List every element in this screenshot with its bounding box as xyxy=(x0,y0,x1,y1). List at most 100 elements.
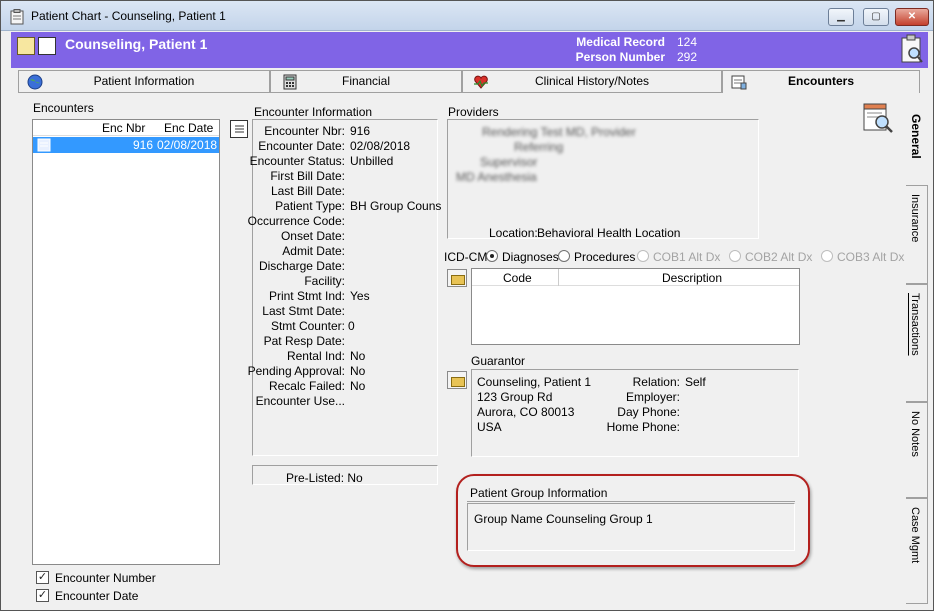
open-folder-icon[interactable] xyxy=(17,37,35,55)
document-icon[interactable] xyxy=(38,37,56,55)
procedures-radio[interactable] xyxy=(558,250,570,262)
field-label: Patient Type: xyxy=(275,199,345,213)
field-value: 02/08/2018 xyxy=(350,139,411,153)
encounter-number-checkbox[interactable]: ✓ xyxy=(36,571,49,584)
cob2-alt-dx-radio xyxy=(729,250,741,262)
tab-encounters[interactable]: Encounters xyxy=(722,70,920,93)
encounters-list[interactable]: Enc Nbr Enc Date 916 02/08/2018 xyxy=(32,119,220,565)
side-tab-no-notes[interactable]: No Notes xyxy=(906,402,928,498)
minimize-button[interactable]: ▁ xyxy=(828,8,854,26)
tab-patient-information[interactable]: Patient Information xyxy=(18,70,270,93)
person-number-label: Person Number xyxy=(575,50,665,64)
record-labels: Medical Record Person Number xyxy=(551,35,665,65)
record-values: 124 292 xyxy=(677,35,697,65)
guarantor-address1: 123 Group Rd xyxy=(477,390,553,404)
guarantor-panel: Counseling, Patient 1 123 Group Rd Auror… xyxy=(471,369,799,457)
column-enc-date[interactable]: Enc Date xyxy=(164,121,213,135)
field-label: Occurrence Code: xyxy=(247,214,345,228)
column-enc-nbr[interactable]: Enc Nbr xyxy=(102,121,145,135)
title-bar[interactable]: Patient Chart - Counseling, Patient 1 ▁ … xyxy=(1,1,933,31)
heart-chart-icon xyxy=(474,75,488,89)
maximize-button[interactable]: ▢ xyxy=(863,8,889,26)
procedures-radio-label[interactable]: Procedures xyxy=(574,250,635,264)
encounter-details-icon[interactable] xyxy=(230,120,248,138)
encounter-info-section-label: Encounter Information xyxy=(254,105,373,119)
medical-record-label: Medical Record xyxy=(576,35,665,49)
encounter-row-icon xyxy=(37,138,51,152)
field-label: Rental Ind: xyxy=(286,349,345,363)
tab-label: Financial xyxy=(341,74,391,88)
side-tab-label: Insurance xyxy=(909,194,921,243)
side-tab-general[interactable]: General xyxy=(906,105,928,185)
encounter-date-checkbox-label: Encounter Date xyxy=(55,589,139,603)
side-tab-label: No Notes xyxy=(909,411,921,457)
field-label: Pending Approval: xyxy=(247,364,345,378)
encounter-date-cell: 02/08/2018 xyxy=(157,138,218,152)
relation-value: Self xyxy=(685,375,706,389)
column-divider xyxy=(558,269,559,286)
side-tab-label: Case Mgmt xyxy=(909,507,921,564)
close-button[interactable]: ✕ xyxy=(895,8,929,26)
guarantor-address2: Aurora, CO 80013 xyxy=(477,405,575,419)
column-code[interactable]: Code xyxy=(503,271,532,285)
field-label: Stmt Counter: xyxy=(270,319,345,333)
pre-listed-text: Pre-Listed: No xyxy=(286,471,363,485)
day-phone-label: Day Phone: xyxy=(617,405,680,419)
encounters-list-header: Enc Nbr Enc Date xyxy=(33,120,219,136)
field-label: Encounter Use... xyxy=(255,394,345,408)
field-label: Encounter Date: xyxy=(258,139,345,153)
icd-cm-label: ICD-CM xyxy=(444,250,488,264)
diagnoses-radio[interactable] xyxy=(486,250,498,262)
list-item[interactable]: 916 02/08/2018 xyxy=(33,137,219,153)
encounter-date-checkbox[interactable]: ✓ xyxy=(36,589,49,602)
cob3-alt-dx-radio xyxy=(821,250,833,262)
anesthesia-provider: MD Anesthesia xyxy=(456,170,537,184)
medical-record-value: 124 xyxy=(677,35,698,49)
main-tab-bar: Patient Information Financial Clinical H… xyxy=(18,70,920,93)
field-label: First Bill Date: xyxy=(270,169,345,183)
tab-clinical-history-notes[interactable]: Clinical History/Notes xyxy=(462,70,722,93)
tab-financial[interactable]: Financial xyxy=(270,70,462,93)
supervisor-provider: Supervisor xyxy=(480,155,538,169)
field-value: 916 xyxy=(350,124,371,138)
encounter-number-checkbox-label: Encounter Number xyxy=(55,571,156,585)
field-label: Print Stmt Ind: xyxy=(268,289,345,303)
encounter-search-icon[interactable] xyxy=(862,102,894,134)
relation-label: Relation: xyxy=(632,375,680,389)
field-value: No xyxy=(350,379,366,393)
side-tab-insurance[interactable]: Insurance xyxy=(906,185,928,284)
field-value: No xyxy=(350,349,366,363)
rendering-provider: Rendering Test MD, Provider xyxy=(482,125,636,139)
side-tab-transactions[interactable]: Transactions xyxy=(906,284,928,402)
globe-icon xyxy=(27,74,43,90)
field-value: Unbilled xyxy=(350,154,394,168)
column-description[interactable]: Description xyxy=(662,271,722,285)
field-value: No xyxy=(350,364,366,378)
cob1-alt-dx-label: COB1 Alt Dx xyxy=(653,250,721,264)
diagnoses-radio-label[interactable]: Diagnoses xyxy=(502,250,559,264)
cob1-alt-dx-radio xyxy=(637,250,649,262)
guarantor-folder-button[interactable] xyxy=(447,371,467,389)
employer-label: Employer: xyxy=(625,390,680,404)
diagnosis-folder-button[interactable] xyxy=(447,269,467,287)
side-tab-case-mgmt[interactable]: Case Mgmt xyxy=(906,498,928,604)
referring-provider: Referring xyxy=(514,140,564,154)
guarantor-country: USA xyxy=(477,420,502,434)
field-label: Last Stmt Date: xyxy=(262,304,345,318)
patient-name: Counseling, Patient 1 xyxy=(65,36,208,52)
guarantor-section-label: Guarantor xyxy=(471,354,526,368)
patient-chart-window: Patient Chart - Counseling, Patient 1 ▁ … xyxy=(0,0,934,611)
document-lines-icon xyxy=(235,125,244,133)
clipboard-search-icon[interactable] xyxy=(900,34,924,64)
diagnosis-grid[interactable]: Code Description xyxy=(471,268,800,345)
encounter-nbr-cell: 916 xyxy=(133,138,154,152)
clipboard-app-icon xyxy=(10,9,24,25)
guarantor-name: Counseling, Patient 1 xyxy=(477,375,592,389)
field-label: Pat Resp Date: xyxy=(263,334,345,348)
location-label: Location: xyxy=(489,226,538,240)
person-number-value: 292 xyxy=(677,50,698,64)
location-value: Behavioral Health Location xyxy=(537,226,681,240)
field-label: Admit Date: xyxy=(282,244,345,258)
diagnosis-grid-header: Code Description xyxy=(472,269,799,286)
encounter-icon xyxy=(731,75,747,90)
